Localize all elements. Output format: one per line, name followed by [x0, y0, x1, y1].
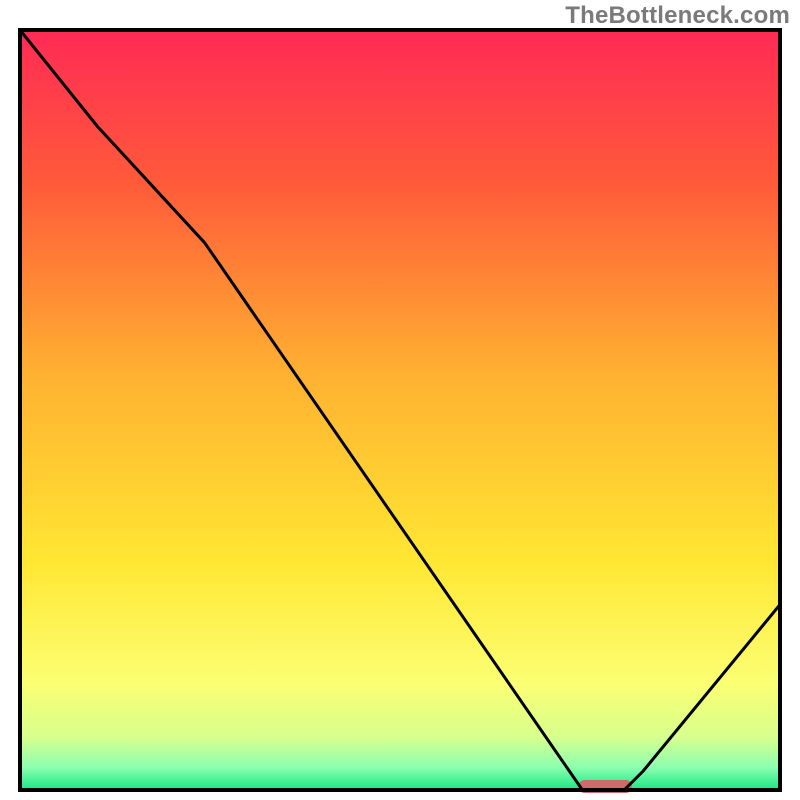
chart-stage: TheBottleneck.com: [0, 0, 800, 800]
bottleneck-chart: [0, 0, 800, 800]
heat-gradient-background: [20, 30, 780, 790]
